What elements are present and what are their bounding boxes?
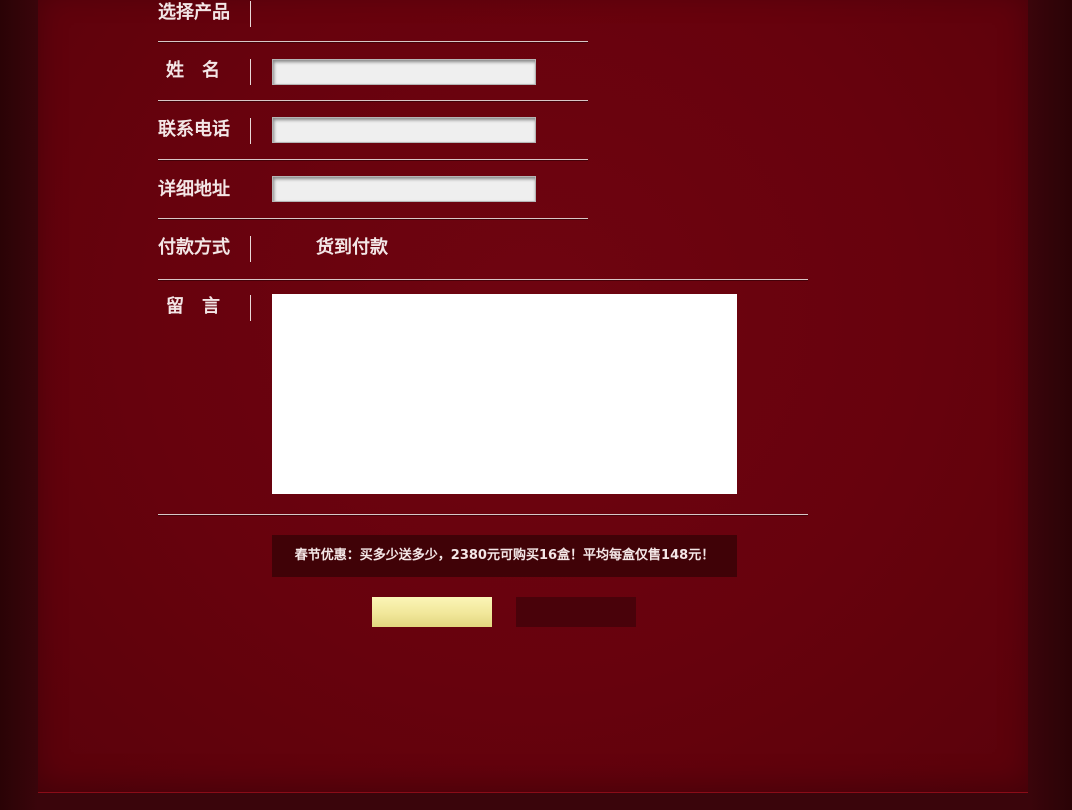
divider [158,159,588,160]
payment-separator [250,236,251,262]
address-label: 详细地址 [158,179,230,200]
divider [158,41,588,42]
divider [158,218,588,219]
divider [158,279,808,280]
reset-button[interactable] [516,597,636,627]
name-separator [250,59,251,85]
payment-label: 付款方式 [158,237,230,258]
product-label: 选择产品 [158,2,230,23]
panel-bottom-border [38,792,1028,793]
message-separator [250,295,251,321]
payment-method-value: 货到付款 [316,237,388,258]
promo-banner: 春节优惠：买多少送多少，2380元可购买16盒！平均每盒仅售148元！ [272,535,737,577]
phone-label: 联系电话 [158,119,230,140]
message-textarea[interactable] [272,294,737,494]
address-input[interactable] [272,176,536,202]
name-label: 姓 名 [166,60,220,81]
divider [158,514,808,515]
message-label: 留 言 [166,296,220,317]
product-separator [250,1,251,27]
phone-input[interactable] [272,117,536,143]
name-input[interactable] [272,59,536,85]
page-background: 选择产品 姓 名 联系电话 详细地址 付款方式 货到付款 留 言 春节优惠：买多… [0,0,1072,810]
divider [158,100,588,101]
submit-button[interactable] [372,597,492,627]
phone-separator [250,118,251,144]
